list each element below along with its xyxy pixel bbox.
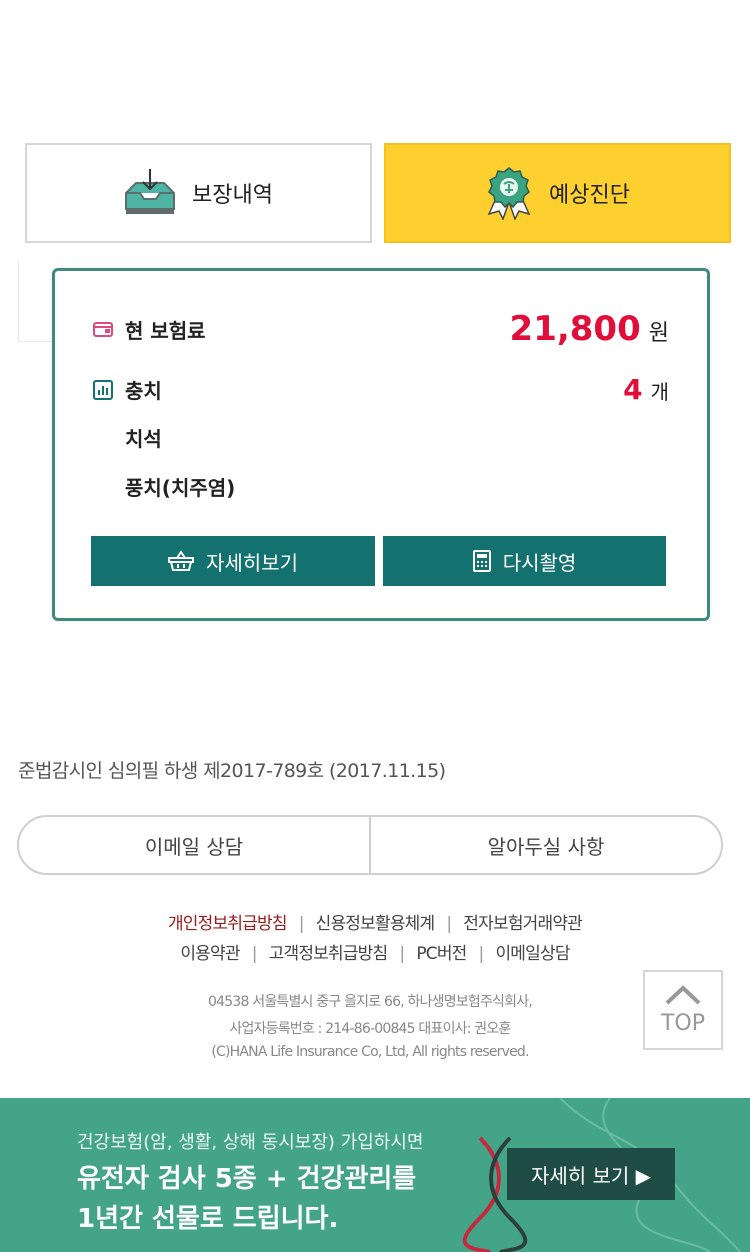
link-credit-info[interactable]: 신용정보활용체계 (316, 914, 436, 934)
link-separator: | (446, 914, 452, 934)
banner-line2: 유전자 검사 5종 + 건강관리를 (77, 1164, 417, 1194)
link-separator: | (399, 944, 405, 964)
retake-button[interactable]: 다시촬영 (383, 536, 666, 586)
tab-bar: 보장내역 예상진단 (25, 143, 731, 243)
basket-icon (168, 550, 194, 572)
link-e-insurance-terms[interactable]: 전자보험거래약관 (463, 914, 583, 934)
premium-row: 현 보험료 21,800 원 (93, 309, 669, 349)
scroll-top-button[interactable]: TOP (643, 970, 723, 1050)
retake-button-label: 다시촬영 (502, 550, 577, 575)
wallet-icon (93, 319, 113, 339)
tab-coverage-label: 보장내역 (192, 183, 273, 208)
email-consult-button[interactable]: 이메일 상담 (19, 817, 369, 873)
medal-badge-icon (485, 166, 533, 220)
link-pc-version[interactable]: PC버전 (416, 944, 467, 964)
sub-item-tartar: 치석 (125, 427, 162, 451)
link-privacy-policy[interactable]: 개인정보취급방침 (168, 914, 288, 934)
tab-diagnosis[interactable]: 예상진단 (384, 143, 731, 243)
card-shadow-edge (18, 260, 54, 342)
contact-pill: 이메일 상담 알아두실 사항 (17, 815, 723, 875)
premium-value-group: 21,800 원 (510, 309, 669, 349)
inbox-download-icon (124, 169, 176, 217)
banner-line3: 1년간 선물로 드립니다. (77, 1204, 339, 1234)
copyright: (C)HANA Life Insurance Co, Ltd, All righ… (211, 1044, 529, 1060)
link-terms-of-use[interactable]: 이용약관 (180, 944, 240, 964)
premium-label: 현 보험료 (125, 318, 206, 343)
cavity-value-group: 4 개 (623, 373, 669, 406)
premium-value: 21,800 (509, 309, 641, 349)
banner-detail-button[interactable]: 자세히 보기 ▶ (507, 1148, 675, 1200)
link-separator: | (251, 944, 258, 964)
footer-links-row2: 이용약관 | 고객정보취급방침 | PC버전 | 이메일상담 (0, 939, 750, 964)
bar-chart-icon (93, 379, 113, 400)
cavity-label: 충치 (125, 379, 162, 403)
scroll-top-label: TOP (660, 1010, 706, 1036)
link-customer-info-policy[interactable]: 고객정보취급방침 (269, 944, 389, 964)
detail-button[interactable]: 자세히보기 (91, 536, 375, 586)
footer-links-row1: 개인정보취급방침 | 신용정보활용체계 | 전자보험거래약관 (0, 909, 750, 934)
chevron-up-icon (665, 984, 701, 1011)
link-separator: | (298, 914, 305, 934)
notes-button[interactable]: 알아두실 사항 (371, 817, 721, 873)
diagnosis-card: 현 보험료 21,800 원 충치 4 개 치석 풍치(치주염) 자세히보기 다… (52, 268, 710, 621)
compliance-notice: 준법감시인 심의필 하생 제2017-789호 (2017.11.15) (18, 760, 446, 782)
premium-unit: 원 (648, 321, 669, 346)
cavity-unit: 개 (650, 380, 669, 404)
cavity-value: 4 (623, 373, 643, 406)
cavity-row: 충치 4 개 (93, 373, 669, 406)
banner-line1: 건강보험(암, 생활, 상해 동시보장) 가입하시면 (77, 1132, 424, 1153)
promo-banner[interactable]: 건강보험(암, 생활, 상해 동시보장) 가입하시면 유전자 검사 5종 + 건… (0, 1098, 750, 1252)
tab-coverage[interactable]: 보장내역 (25, 143, 372, 243)
link-email-consult[interactable]: 이메일상담 (495, 944, 570, 964)
business-registration: 사업자등록번호 : 214-86-00845 대표이사: 권오훈 (229, 1021, 511, 1037)
detail-button-label: 자세히보기 (206, 550, 298, 575)
link-separator: | (478, 944, 485, 964)
company-address: 04538 서울특별시 중구 을지로 66, 하나생명보험주식회사, (208, 994, 533, 1010)
tab-diagnosis-label: 예상진단 (549, 183, 630, 208)
calculator-icon (472, 550, 491, 572)
sub-item-periodontitis: 풍치(치주염) (125, 476, 236, 500)
